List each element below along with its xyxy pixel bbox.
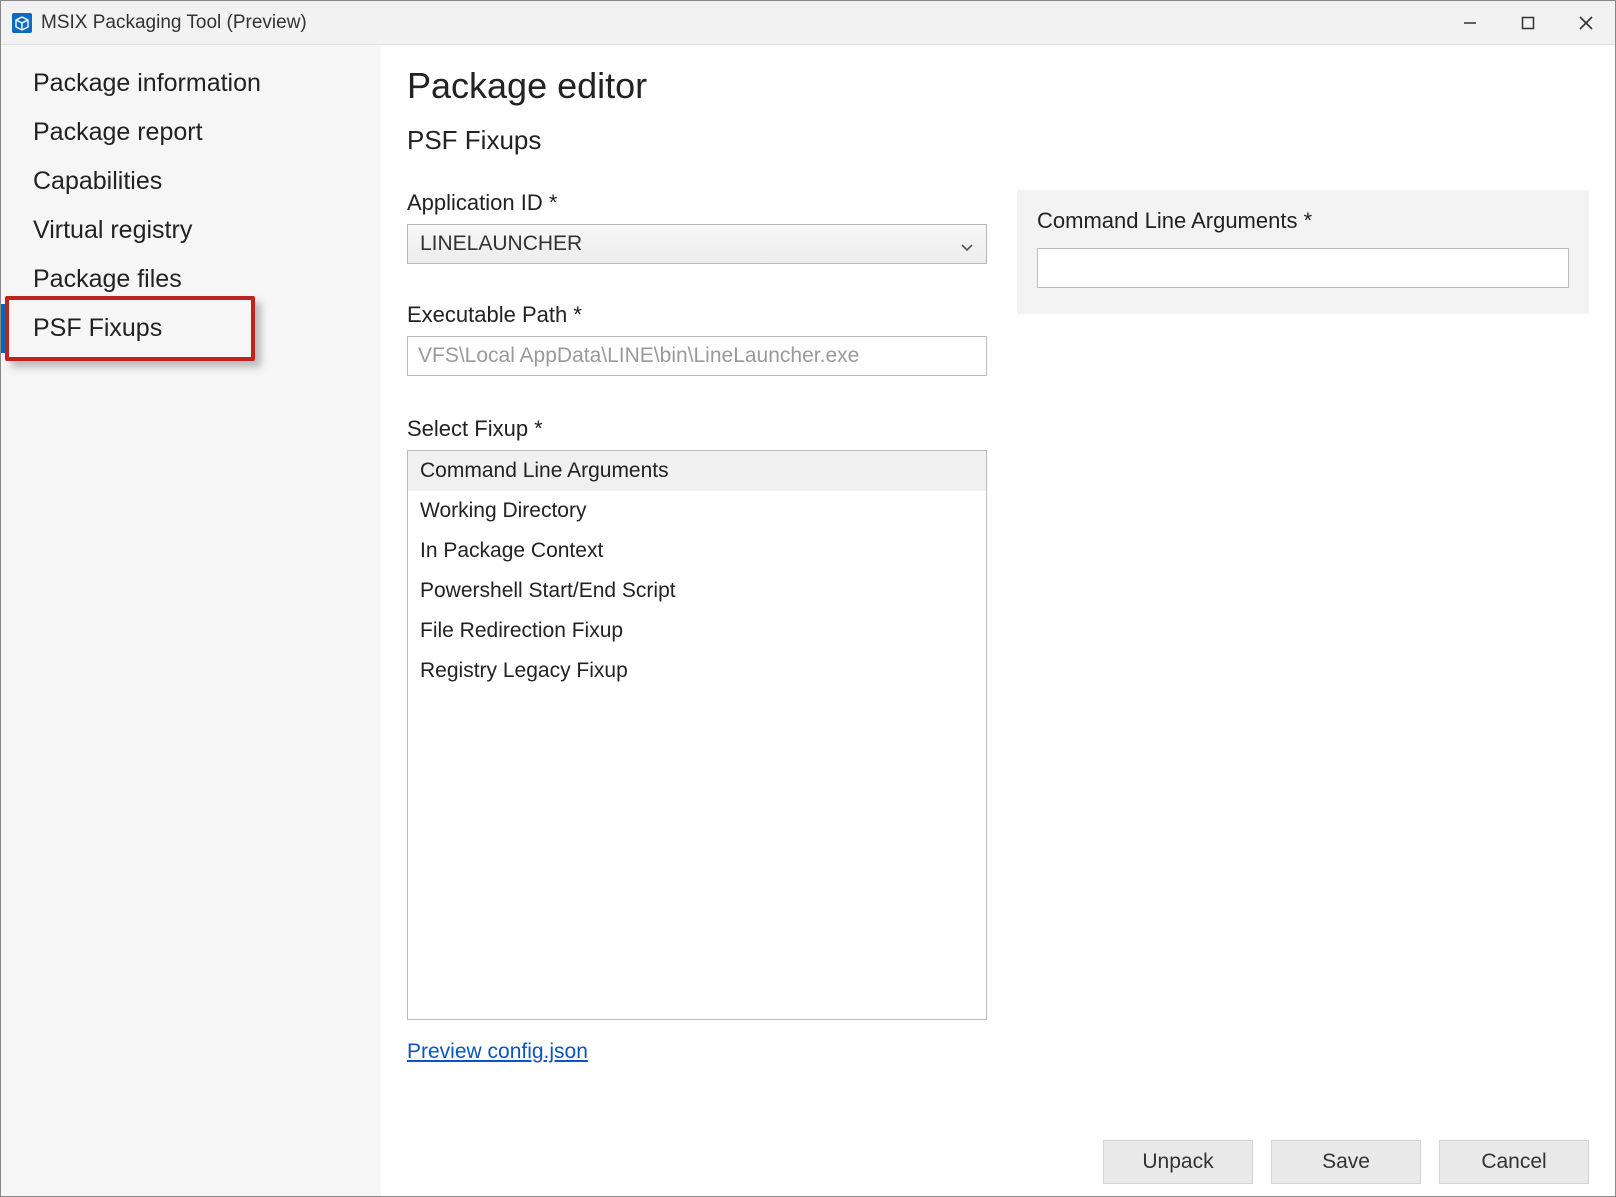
left-column: Application ID * LINELAUNCHER Executable… <box>407 190 987 1196</box>
save-button[interactable]: Save <box>1271 1140 1421 1184</box>
fixup-listbox[interactable]: Command Line ArgumentsWorking DirectoryI… <box>407 450 987 1020</box>
fixup-item[interactable]: Powershell Start/End Script <box>408 571 986 611</box>
sidebar-item-psf-fixups[interactable]: PSF Fixups <box>1 304 381 353</box>
app-id-value: LINELAUNCHER <box>420 232 582 256</box>
body: Package information Package report Capabil… <box>1 45 1615 1196</box>
chevron-down-icon <box>960 237 974 251</box>
sidebar-item-virtual-registry[interactable]: Virtual registry <box>1 206 381 255</box>
app-id-select[interactable]: LINELAUNCHER <box>407 224 987 264</box>
titlebar: MSIX Packaging Tool (Preview) <box>1 1 1615 45</box>
page-title: Package editor <box>407 65 1589 107</box>
minimize-button[interactable] <box>1441 1 1499 45</box>
fixup-item[interactable]: In Package Context <box>408 531 986 571</box>
fixup-item[interactable]: Command Line Arguments <box>408 451 986 491</box>
sidebar-item-capabilities[interactable]: Capabilities <box>1 157 381 206</box>
sidebar-item-label: Package files <box>33 265 182 293</box>
sidebar-item-package-information[interactable]: Package information <box>1 59 381 108</box>
app-icon <box>11 12 33 34</box>
close-button[interactable] <box>1557 1 1615 45</box>
right-panel: Command Line Arguments * <box>1017 190 1589 314</box>
sidebar-item-package-report[interactable]: Package report <box>1 108 381 157</box>
exe-path-label: Executable Path * <box>407 302 987 328</box>
select-fixup-label: Select Fixup * <box>407 416 987 442</box>
window-controls <box>1441 1 1615 45</box>
app-id-label: Application ID * <box>407 190 987 216</box>
footer-buttons: Unpack Save Cancel <box>1103 1140 1589 1184</box>
unpack-button[interactable]: Unpack <box>1103 1140 1253 1184</box>
sidebar-item-label: Package report <box>33 118 203 146</box>
content-columns: Application ID * LINELAUNCHER Executable… <box>407 190 1589 1196</box>
cancel-button[interactable]: Cancel <box>1439 1140 1589 1184</box>
preview-config-link[interactable]: Preview config.json <box>407 1040 987 1064</box>
sidebar-item-label: Package information <box>33 69 261 97</box>
exe-path-input[interactable] <box>407 336 987 376</box>
app-window: MSIX Packaging Tool (Preview) Package in… <box>0 0 1616 1197</box>
sidebar: Package information Package report Capabil… <box>1 45 381 1196</box>
sidebar-item-label: PSF Fixups <box>33 314 162 342</box>
cmdline-args-input[interactable] <box>1037 248 1569 288</box>
fixup-item[interactable]: Working Directory <box>408 491 986 531</box>
window-title: MSIX Packaging Tool (Preview) <box>41 12 307 34</box>
maximize-button[interactable] <box>1499 1 1557 45</box>
cmdline-args-label: Command Line Arguments * <box>1037 208 1569 234</box>
fixup-item[interactable]: File Redirection Fixup <box>408 611 986 651</box>
main-content: Package editor PSF Fixups Application ID… <box>381 45 1615 1196</box>
fixup-item[interactable]: Registry Legacy Fixup <box>408 651 986 691</box>
subheading: PSF Fixups <box>407 125 1589 156</box>
sidebar-item-label: Virtual registry <box>33 216 192 244</box>
sidebar-item-label: Capabilities <box>33 167 162 195</box>
sidebar-item-package-files[interactable]: Package files <box>1 255 381 304</box>
right-column: Command Line Arguments * <box>1017 190 1589 1196</box>
